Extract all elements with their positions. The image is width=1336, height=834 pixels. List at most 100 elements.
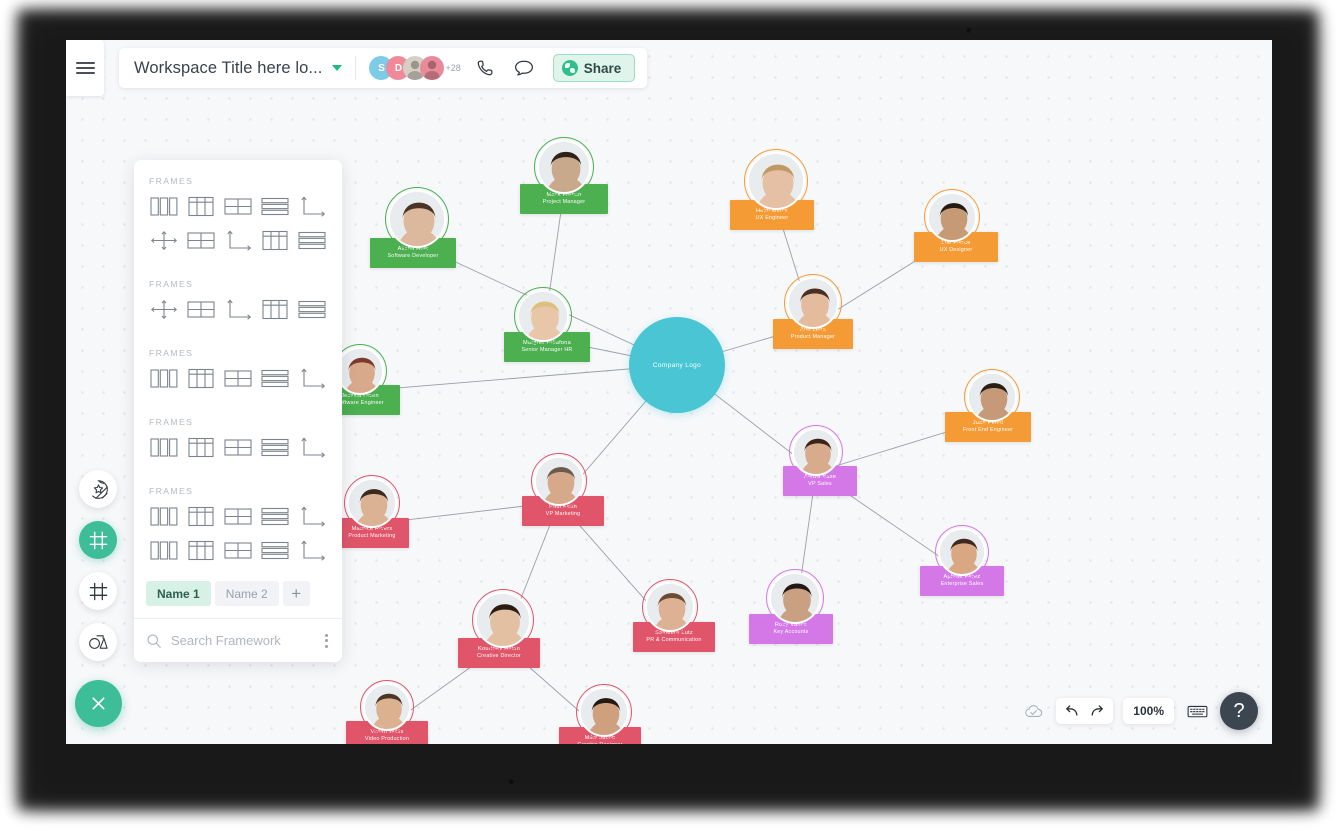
cross-arrows-icon[interactable] bbox=[149, 298, 179, 321]
node-person-role: Creative Director bbox=[477, 653, 521, 660]
stacked-bars-icon[interactable] bbox=[260, 367, 290, 390]
help-button[interactable]: ? bbox=[1220, 692, 1258, 730]
menu-button[interactable] bbox=[66, 40, 104, 96]
stacked-bars-icon[interactable] bbox=[260, 195, 290, 218]
grid-tool-button[interactable] bbox=[79, 572, 117, 610]
stacked-bars-icon[interactable] bbox=[260, 436, 290, 459]
frame-tab-2[interactable]: Name 2 bbox=[214, 581, 279, 606]
axis-l-icon[interactable] bbox=[297, 367, 327, 390]
undo-redo-group bbox=[1056, 698, 1114, 724]
columns-3-icon[interactable] bbox=[149, 505, 179, 528]
framework-search-row: Search Framework bbox=[134, 618, 342, 662]
avatar bbox=[388, 190, 446, 248]
columns-3-icon[interactable] bbox=[149, 367, 179, 390]
node-person-role: PR & Communication bbox=[646, 637, 702, 644]
undo-arrow-icon bbox=[1066, 705, 1078, 716]
share-button-label: Share bbox=[583, 60, 622, 76]
cloud-check-icon bbox=[1025, 704, 1043, 717]
stacked-bars-icon[interactable] bbox=[297, 298, 327, 321]
chat-button[interactable] bbox=[509, 53, 539, 83]
avatar bbox=[967, 372, 1017, 422]
stacked-bars-icon[interactable] bbox=[260, 505, 290, 528]
stacked-bars-icon[interactable] bbox=[297, 229, 327, 252]
add-frame-tab-button[interactable]: + bbox=[282, 581, 310, 606]
grid-header-3col-icon[interactable] bbox=[186, 539, 216, 562]
avatar bbox=[363, 683, 411, 731]
keyboard-icon bbox=[1187, 705, 1207, 717]
frames-group: FRAMES bbox=[134, 336, 342, 405]
grid-header-3col-icon[interactable] bbox=[186, 436, 216, 459]
columns-3-icon[interactable] bbox=[149, 195, 179, 218]
search-icon bbox=[147, 633, 161, 648]
frames-row bbox=[149, 539, 327, 562]
left-toolbar bbox=[75, 470, 122, 727]
axis-l-icon[interactable] bbox=[223, 229, 253, 252]
avatar bbox=[787, 277, 839, 329]
columns-3-icon[interactable] bbox=[149, 539, 179, 562]
more-vertical-icon[interactable] bbox=[325, 633, 330, 648]
avatar bbox=[475, 592, 531, 648]
quad-2x2-icon[interactable] bbox=[223, 367, 253, 390]
zoom-level-button[interactable]: 100% bbox=[1123, 698, 1174, 724]
sticker-star-icon bbox=[91, 479, 108, 499]
node-person-role: Graphic Designer bbox=[577, 742, 622, 744]
add-frame-tab-label: + bbox=[291, 583, 302, 603]
frames-row bbox=[149, 367, 327, 390]
globe-icon bbox=[561, 60, 578, 76]
frames-group-label: FRAMES bbox=[149, 417, 194, 427]
frame-tabs: Name 1 Name 2 + bbox=[134, 577, 342, 618]
workspace-title-dropdown[interactable]: Workspace Title here lo... S D +28 Share bbox=[119, 48, 648, 88]
frames-tool-button[interactable] bbox=[79, 521, 117, 559]
stacked-bars-icon[interactable] bbox=[260, 539, 290, 562]
quad-2x2-icon[interactable] bbox=[223, 436, 253, 459]
avatar[interactable] bbox=[420, 56, 445, 80]
frame-tab-1[interactable]: Name 1 bbox=[146, 581, 211, 606]
frames-group: FRAMES bbox=[134, 164, 342, 267]
undo-button[interactable] bbox=[1061, 700, 1083, 722]
collaborator-avatars[interactable]: S D +28 bbox=[369, 56, 461, 80]
axis-l-icon[interactable] bbox=[223, 298, 253, 321]
quad-2x2-icon[interactable] bbox=[186, 229, 216, 252]
quad-2x2-icon[interactable] bbox=[223, 539, 253, 562]
frames-group-label: FRAMES bbox=[149, 348, 194, 358]
axis-l-icon[interactable] bbox=[297, 505, 327, 528]
grid-header-3col-icon[interactable] bbox=[186, 195, 216, 218]
chevron-down-icon[interactable] bbox=[332, 65, 343, 71]
node-person-role: UX Engineer bbox=[755, 215, 789, 222]
shapes-tool-button[interactable] bbox=[79, 623, 117, 661]
quad-2x2-icon[interactable] bbox=[223, 195, 253, 218]
frames-row bbox=[149, 195, 327, 218]
avatar bbox=[645, 582, 695, 632]
frames-row bbox=[149, 229, 327, 252]
axis-l-icon[interactable] bbox=[297, 539, 327, 562]
quad-2x2-icon[interactable] bbox=[223, 505, 253, 528]
close-tool-button[interactable] bbox=[75, 680, 122, 727]
grid-header-3col-icon[interactable] bbox=[260, 229, 290, 252]
hamburger-menu-icon bbox=[75, 58, 95, 78]
node-person-role: Key Accounts bbox=[773, 629, 809, 636]
node-person-role: UX Designer bbox=[939, 247, 973, 254]
share-button[interactable]: Share bbox=[552, 54, 636, 82]
sticker-tool-button[interactable] bbox=[79, 470, 117, 508]
redo-button[interactable] bbox=[1086, 700, 1108, 722]
node-person-role: Software Developer bbox=[387, 253, 439, 260]
cross-arrows-icon[interactable] bbox=[149, 229, 179, 252]
search-framework-input[interactable]: Search Framework bbox=[171, 633, 316, 648]
cloud-sync-status bbox=[1020, 698, 1046, 724]
avatar bbox=[517, 290, 569, 342]
frames-group-label: FRAMES bbox=[149, 279, 194, 289]
axis-l-icon[interactable] bbox=[297, 436, 327, 459]
axis-l-icon[interactable] bbox=[297, 195, 327, 218]
grid-header-3col-icon[interactable] bbox=[186, 367, 216, 390]
node-person-role: Project Manager bbox=[542, 199, 586, 206]
quad-2x2-icon[interactable] bbox=[186, 298, 216, 321]
grid-header-3col-icon[interactable] bbox=[260, 298, 290, 321]
frames-row bbox=[149, 505, 327, 528]
company-logo-node[interactable]: Company Logo bbox=[629, 317, 725, 413]
columns-3-icon[interactable] bbox=[149, 436, 179, 459]
keyboard-shortcuts-button[interactable] bbox=[1184, 698, 1210, 724]
call-button[interactable] bbox=[470, 53, 500, 83]
grid-header-3col-icon[interactable] bbox=[186, 505, 216, 528]
frame-tab-1-label: Name 1 bbox=[157, 586, 200, 601]
frames-row bbox=[149, 436, 327, 459]
